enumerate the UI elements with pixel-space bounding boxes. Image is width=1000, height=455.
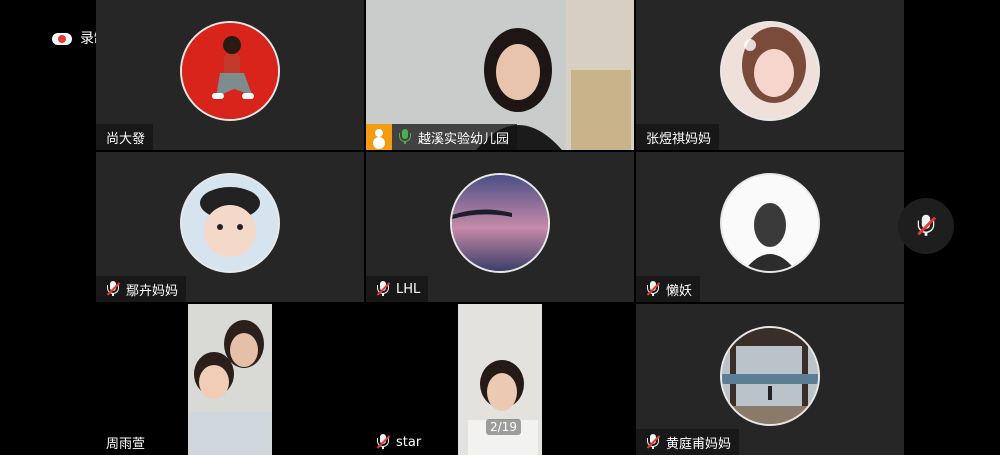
participant-name: 黄庭甫妈妈: [666, 436, 732, 452]
participant-name-tag: 越溪实验幼儿园: [366, 124, 518, 150]
participant-tile[interactable]: LHL: [366, 152, 634, 302]
mic-muted-icon: [106, 281, 121, 297]
participant-name: 尚大發: [106, 131, 146, 147]
participant-name: 懒妖: [666, 283, 693, 299]
participant-name-tag: 黄庭甫妈妈: [636, 429, 740, 455]
participant-tile[interactable]: 鄢卉妈妈: [96, 152, 364, 302]
mic-muted-icon: [646, 281, 661, 297]
participant-tile[interactable]: 周雨萱: [96, 304, 364, 455]
avatar: [180, 21, 280, 121]
participant-name-tag: 尚大發: [96, 124, 154, 150]
participant-tile[interactable]: 尚大發: [96, 0, 364, 150]
mic-muted-icon: [376, 434, 391, 450]
participant-name-tag: 周雨萱: [96, 429, 153, 455]
participant-name: star: [396, 434, 422, 450]
participant-tile[interactable]: 黄庭甫妈妈: [636, 304, 904, 455]
avatar: [180, 173, 280, 273]
participant-name-tag: LHL: [366, 276, 429, 302]
mic-muted-icon: [646, 434, 661, 450]
page-indicator: 2/19: [486, 419, 521, 435]
mic-muted-icon: [376, 281, 391, 297]
participant-name: 张煜祺妈妈: [646, 131, 712, 147]
recording-icon: [52, 31, 72, 45]
participant-name-tag: 张煜祺妈妈: [636, 124, 720, 150]
mic-muted-icon: [916, 214, 937, 237]
avatar: [720, 325, 820, 426]
participant-name: 鄢卉妈妈: [126, 283, 179, 299]
participant-name: 越溪实验幼儿园: [418, 131, 510, 147]
floating-mic-button[interactable]: [898, 198, 954, 254]
mic-on-icon: [398, 129, 412, 145]
participant-tile-active[interactable]: 越溪实验幼儿园: [366, 0, 634, 150]
participant-tile[interactable]: 张煜祺妈妈: [636, 0, 904, 150]
participant-name: 周雨萱: [106, 436, 146, 452]
participant-name-tag: 懒妖: [636, 276, 701, 302]
host-icon: [366, 124, 392, 150]
video-feed: [188, 304, 272, 455]
avatar: [720, 21, 820, 121]
avatar: [450, 173, 550, 273]
participant-name-tag: 鄢卉妈妈: [96, 276, 187, 302]
participant-tile[interactable]: 懒妖: [636, 152, 904, 302]
participant-name-tag: star: [366, 429, 429, 455]
participant-name: LHL: [396, 281, 421, 297]
avatar: [720, 173, 820, 273]
video-grid: 尚大發 越溪实验幼儿园 张煜祺妈妈 鄢卉妈妈 LHL 懒妖 周雨萱 star 黄…: [96, 0, 904, 455]
